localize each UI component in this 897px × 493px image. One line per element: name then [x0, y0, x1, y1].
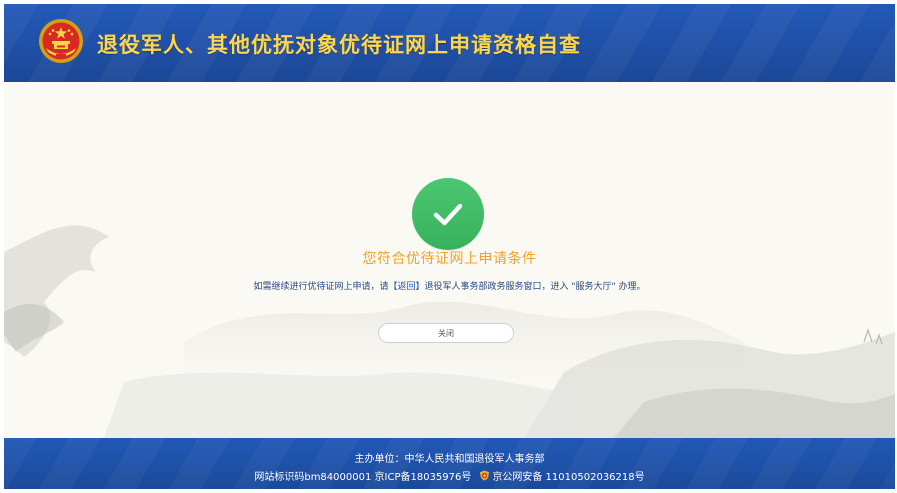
- success-status-circle: [412, 178, 484, 250]
- police-record[interactable]: 京公网安备 11010502036218号: [492, 472, 644, 483]
- page-title: 退役军人、其他优抚对象优待证网上申请资格自查: [97, 33, 581, 57]
- footer-records: 网站标识码bm84000001 京ICP备18035976号 京公网安备 110…: [4, 468, 895, 483]
- instruction-prefix: 如需继续进行优待证网上申请，请: [253, 282, 389, 292]
- national-emblem-icon: [39, 19, 83, 63]
- return-link[interactable]: 【返回】: [388, 282, 424, 292]
- footer-sponsor: 主办单位：中华人民共和国退役军人事务部: [354, 454, 545, 465]
- close-button[interactable]: 关闭: [378, 323, 514, 343]
- checkmark-icon: [433, 203, 463, 226]
- police-badge-icon: [480, 470, 490, 481]
- page-footer: 主办单位：中华人民共和国退役军人事务部 网站标识码bm84000001 京ICP…: [4, 438, 895, 489]
- result-title: 您符合优待证网上申请条件: [362, 251, 537, 267]
- main-content: 您符合优待证网上申请条件 如需继续进行优待证网上申请，请【返回】退役军人事务部政…: [4, 82, 895, 438]
- page-header: 退役军人、其他优抚对象优待证网上申请资格自查: [4, 4, 895, 82]
- site-id-record[interactable]: 网站标识码bm84000001 京ICP备18035976号: [254, 472, 471, 483]
- instruction-suffix: 退役军人事务部政务服务窗口，进入 "服务大厅" 办理。: [424, 282, 646, 292]
- instruction-text: 如需继续进行优待证网上申请，请【返回】退役军人事务部政务服务窗口，进入 "服务大…: [4, 279, 895, 292]
